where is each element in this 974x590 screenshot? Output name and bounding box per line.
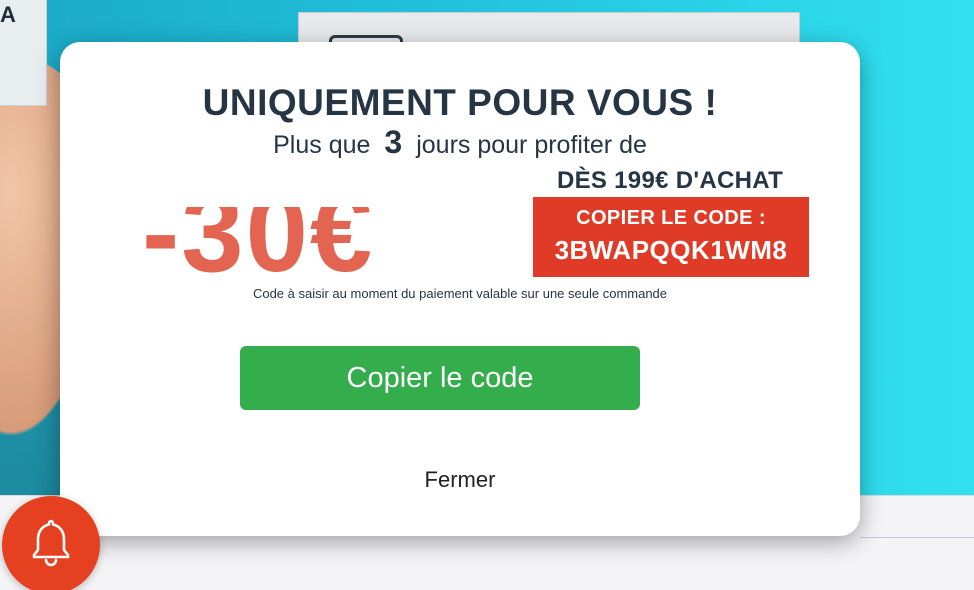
promo-code-label: COPIER LE CODE :	[576, 207, 766, 229]
days-left-count: 3	[384, 124, 403, 160]
hero-corner-letter: A	[0, 2, 16, 27]
hero-corner-panel: A	[0, 0, 47, 106]
notification-bell-button[interactable]	[2, 496, 100, 590]
minimum-purchase-text: DÈS 199€ D'ACHAT	[556, 167, 784, 194]
close-modal-link[interactable]: Fermer	[390, 467, 530, 493]
page: A UNIQUEMENT POUR VOUS ! Plus que 3 jours …	[0, 0, 974, 590]
discount-amount-graphic: -30€	[142, 207, 482, 282]
copy-code-button[interactable]: Copier le code	[240, 346, 640, 410]
modal-subtitle: Plus que 3 jours pour profiter de	[60, 124, 860, 161]
divider	[860, 537, 974, 538]
subtitle-suffix: jours pour profiter de	[416, 131, 647, 159]
subtitle-prefix: Plus que	[273, 131, 371, 159]
promo-code-note: Code à saisir au moment du paiement vala…	[252, 286, 668, 301]
promo-code-value[interactable]: 3BWAPQQK1WM8	[533, 235, 809, 266]
bell-icon	[32, 519, 70, 567]
promo-modal: UNIQUEMENT POUR VOUS ! Plus que 3 jours po…	[60, 42, 860, 536]
modal-title: UNIQUEMENT POUR VOUS !	[202, 82, 718, 123]
promo-code-box[interactable]: COPIER LE CODE : 3BWAPQQK1WM8	[533, 197, 809, 277]
discount-amount: -30€	[142, 207, 375, 282]
